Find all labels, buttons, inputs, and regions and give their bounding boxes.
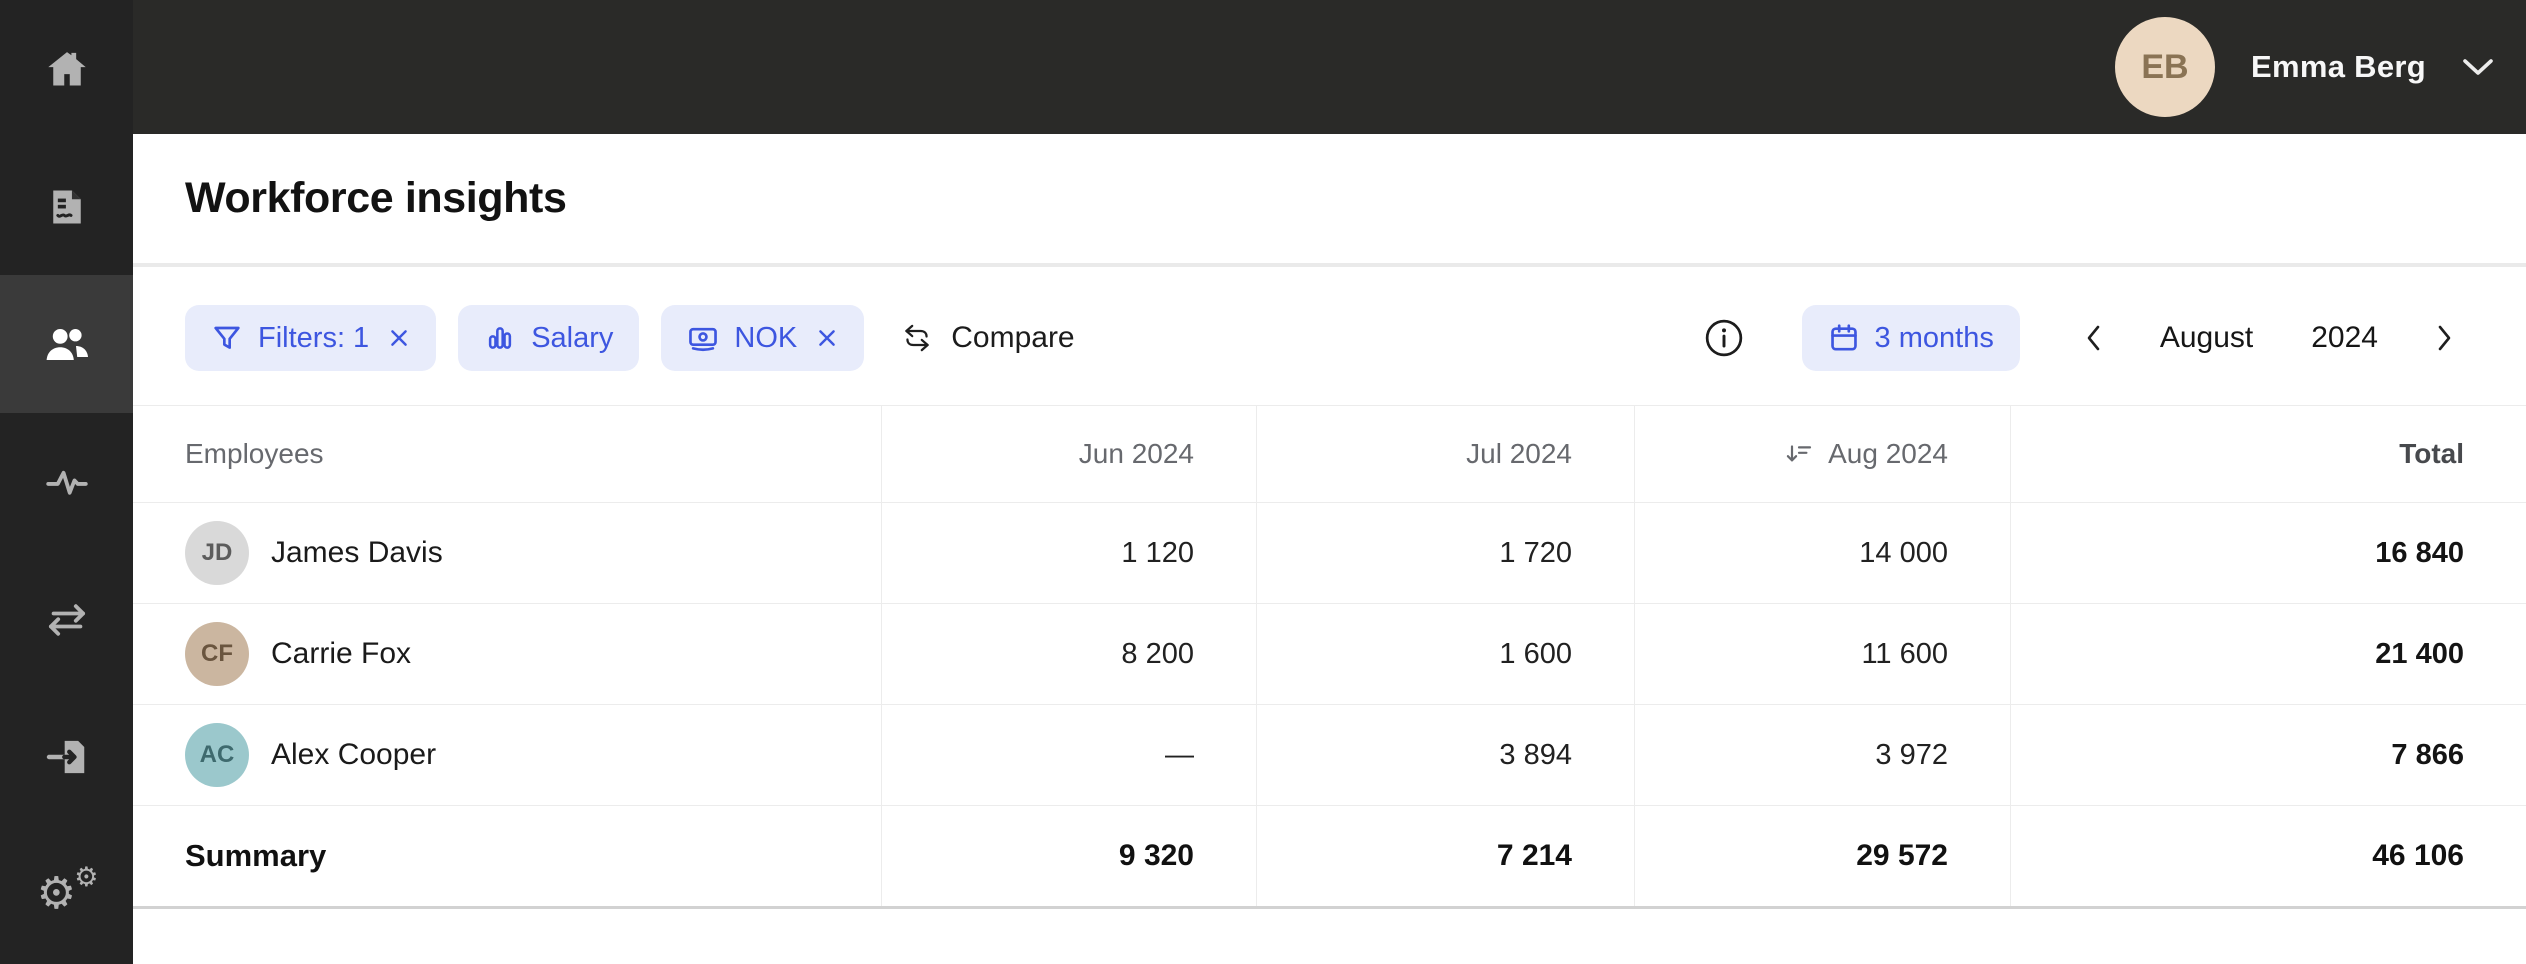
value-aug: 3 972 xyxy=(1634,705,2010,805)
workforce-insights-app: ⚙⚙ EB Emma Berg Workforce insights Filte… xyxy=(0,0,2526,964)
page-title: Workforce insights xyxy=(185,174,566,223)
settings-gears-icon: ⚙⚙ xyxy=(39,870,95,920)
topbar: EB Emma Berg xyxy=(133,0,2526,134)
filters-chip[interactable]: Filters: 1 xyxy=(185,305,436,371)
summary-row: Summary 9 320 7 214 29 572 46 106 xyxy=(133,806,2526,909)
avatar[interactable]: EB xyxy=(2115,17,2215,117)
sidebar-item-activity[interactable] xyxy=(0,413,133,551)
chevron-right-icon xyxy=(2436,323,2454,353)
bar-chart-icon xyxy=(484,322,516,354)
column-header-total[interactable]: Total xyxy=(2010,406,2526,502)
summary-jul: 7 214 xyxy=(1256,806,1634,906)
salary-chip-label: Salary xyxy=(531,322,613,355)
table-row[interactable]: CF Carrie Fox 8 200 1 600 11 600 21 400 xyxy=(133,604,2526,705)
current-year: 2024 xyxy=(2311,321,2378,355)
avatar: JD xyxy=(185,521,249,585)
chevron-down-icon[interactable] xyxy=(2462,58,2494,76)
sidebar-item-settings[interactable]: ⚙⚙ xyxy=(0,826,133,964)
user-name: Emma Berg xyxy=(2251,49,2426,85)
period-chip[interactable]: 3 months xyxy=(1802,305,2020,371)
column-header-aug-label: Aug 2024 xyxy=(1828,438,1948,470)
previous-month-button[interactable] xyxy=(2084,323,2102,353)
currency-chip-label: NOK xyxy=(734,322,797,355)
currency-remove-icon[interactable] xyxy=(816,327,838,349)
value-jul: 3 894 xyxy=(1256,705,1634,805)
info-button[interactable] xyxy=(1704,318,1744,358)
next-month-button[interactable] xyxy=(2436,323,2454,353)
compare-icon xyxy=(900,321,934,355)
avatar: AC xyxy=(185,723,249,787)
compare-label: Compare xyxy=(951,321,1074,355)
swap-arrows-icon xyxy=(44,597,90,643)
period-chip-label: 3 months xyxy=(1875,322,1994,355)
employee-name: James Davis xyxy=(271,536,443,570)
sidebar-item-home[interactable] xyxy=(0,0,133,138)
activity-icon xyxy=(44,459,90,505)
column-header-jun[interactable]: Jun 2024 xyxy=(881,406,1256,502)
summary-aug: 29 572 xyxy=(1634,806,2010,906)
value-jun: 1 120 xyxy=(881,503,1256,603)
month-navigation: August 2024 xyxy=(2084,321,2454,355)
column-header-employees[interactable]: Employees xyxy=(133,406,881,502)
table-row[interactable]: JD James Davis 1 120 1 720 14 000 16 840 xyxy=(133,503,2526,604)
calendar-icon xyxy=(1828,322,1860,354)
value-aug: 11 600 xyxy=(1634,604,2010,704)
home-icon xyxy=(45,47,89,91)
column-header-jul[interactable]: Jul 2024 xyxy=(1256,406,1634,502)
sidebar: ⚙⚙ xyxy=(0,0,133,964)
compare-button[interactable]: Compare xyxy=(900,321,1074,355)
sidebar-item-transfers[interactable] xyxy=(0,551,133,689)
filters-chip-label: Filters: 1 xyxy=(258,322,369,355)
currency-chip[interactable]: NOK xyxy=(661,305,864,371)
sidebar-item-reports[interactable] xyxy=(0,138,133,276)
title-band: Workforce insights xyxy=(133,134,2526,267)
current-month: August xyxy=(2160,321,2253,355)
sidebar-item-employees[interactable] xyxy=(0,275,133,413)
filters-remove-icon[interactable] xyxy=(388,327,410,349)
value-jul: 1 600 xyxy=(1256,604,1634,704)
value-jun: 8 200 xyxy=(881,604,1256,704)
filter-funnel-icon xyxy=(211,322,243,354)
value-total: 7 866 xyxy=(2010,705,2526,805)
salary-chip[interactable]: Salary xyxy=(458,305,639,371)
employees-table: Employees Jun 2024 Jul 2024 Aug 2024 Tot… xyxy=(133,405,2526,909)
value-total: 21 400 xyxy=(2010,604,2526,704)
column-header-aug[interactable]: Aug 2024 xyxy=(1634,406,2010,502)
banknote-icon xyxy=(687,322,719,354)
summary-label: Summary xyxy=(133,806,881,906)
value-total: 16 840 xyxy=(2010,503,2526,603)
table-header-row: Employees Jun 2024 Jul 2024 Aug 2024 Tot… xyxy=(133,405,2526,503)
report-icon xyxy=(45,185,89,229)
table-row[interactable]: AC Alex Cooper — 3 894 3 972 7 866 xyxy=(133,705,2526,806)
value-jul: 1 720 xyxy=(1256,503,1634,603)
info-icon xyxy=(1704,318,1744,358)
avatar: CF xyxy=(185,622,249,686)
toolbar: Filters: 1 Salary NOK xyxy=(133,271,2526,405)
value-jun: — xyxy=(881,705,1256,805)
employee-name: Alex Cooper xyxy=(271,738,436,772)
summary-total: 46 106 xyxy=(2010,806,2526,906)
employee-name: Carrie Fox xyxy=(271,637,411,671)
export-icon xyxy=(44,734,90,780)
chevron-left-icon xyxy=(2084,323,2102,353)
sidebar-item-export[interactable] xyxy=(0,689,133,827)
people-icon xyxy=(43,320,91,368)
sort-descending-icon xyxy=(1784,441,1814,467)
value-aug: 14 000 xyxy=(1634,503,2010,603)
summary-jun: 9 320 xyxy=(881,806,1256,906)
